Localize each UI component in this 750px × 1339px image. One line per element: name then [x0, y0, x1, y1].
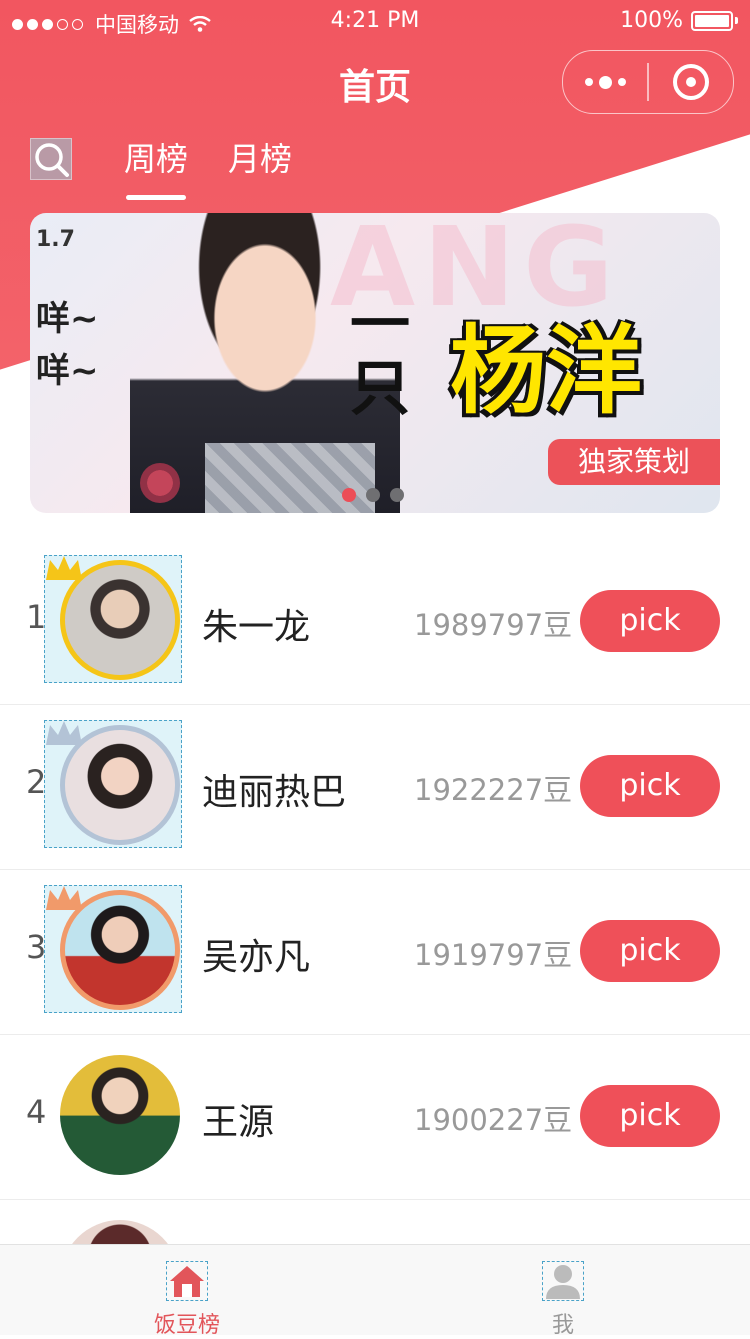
bean-score: 1989797豆	[414, 608, 573, 642]
bean-score: 1922227豆	[414, 773, 573, 807]
tab-weekly[interactable]: 周榜	[124, 134, 188, 200]
rose-icon	[140, 463, 180, 503]
crown-silver-icon	[46, 721, 82, 745]
pick-button[interactable]: pick	[580, 755, 720, 817]
tabbar-label: 饭豆榜	[153, 1313, 220, 1338]
banner-side-text: 咩~ 咩~	[36, 293, 99, 397]
ranking-tabs: 周榜 月榜	[124, 134, 292, 200]
banner-carousel[interactable]: ANG 1.7 咩~ 咩~ 一只 杨洋 独家策划	[30, 213, 720, 513]
ranking-list: 1 朱一龙 1989797豆 pick 2 迪丽热巴 1922227豆 pick…	[0, 540, 750, 1320]
tabbar-label: 我	[551, 1313, 574, 1338]
banner-headline-name: 杨洋	[450, 315, 642, 427]
battery-percent: 100%	[620, 8, 683, 33]
star-name: 吴亦凡	[202, 937, 311, 978]
star-name: 朱一龙	[202, 607, 311, 648]
star-name: 王源	[202, 1102, 275, 1143]
bean-score: 1919797豆	[414, 938, 573, 972]
search-icon	[35, 143, 69, 177]
bean-score: 1900227豆	[414, 1103, 573, 1137]
pick-button[interactable]: pick	[580, 920, 720, 982]
star-name: 迪丽热巴	[202, 772, 347, 813]
search-button[interactable]	[30, 138, 72, 180]
battery-indicator: 100%	[620, 8, 738, 33]
banner-side-line: 咩~	[36, 351, 99, 391]
mini-program-capsule	[562, 50, 734, 114]
battery-icon	[691, 10, 733, 31]
bottom-tab-bar: 饭豆榜 我	[0, 1244, 750, 1338]
ranking-row[interactable]: 2 迪丽热巴 1922227豆 pick	[0, 705, 750, 870]
banner-date-text: 1.7	[36, 227, 75, 252]
banner-shirt-pattern	[205, 443, 375, 513]
avatar[interactable]	[60, 1055, 180, 1175]
home-icon	[166, 1261, 208, 1301]
more-dot-icon	[617, 78, 626, 86]
banner-tag: 独家策划	[548, 439, 720, 485]
pick-button[interactable]: pick	[580, 590, 720, 652]
pagination-dot[interactable]	[366, 488, 380, 502]
status-bar: 中国移动 4:21 PM 100%	[0, 0, 750, 40]
banner-headline-prefix: 一只	[350, 290, 410, 424]
banner-side-line: 咩~	[36, 299, 99, 339]
banner-pagination	[342, 488, 404, 502]
tabbar-item-ranking[interactable]: 饭豆榜	[127, 1261, 247, 1339]
more-button[interactable]	[563, 51, 647, 113]
pagination-dot-active[interactable]	[342, 488, 356, 502]
target-close-icon	[672, 64, 709, 100]
battery-tip-icon	[735, 17, 738, 24]
tab-monthly[interactable]: 月榜	[228, 134, 292, 200]
crown-gold-icon	[46, 556, 82, 580]
ranking-row[interactable]: 3 吴亦凡 1919797豆 pick	[0, 870, 750, 1035]
ranking-row[interactable]: 1 朱一龙 1989797豆 pick	[0, 540, 750, 705]
tabbar-item-me[interactable]: 我	[503, 1261, 623, 1339]
ranking-row[interactable]: 4 王源 1900227豆 pick	[0, 1035, 750, 1200]
more-dot-icon	[598, 75, 612, 89]
close-mini-program-button[interactable]	[649, 51, 733, 113]
pagination-dot[interactable]	[390, 488, 404, 502]
rank-number: 4	[26, 1093, 47, 1131]
more-dot-icon	[584, 78, 593, 86]
crown-bronze-icon	[46, 886, 82, 910]
user-icon	[542, 1261, 584, 1301]
pick-button[interactable]: pick	[580, 1085, 720, 1147]
